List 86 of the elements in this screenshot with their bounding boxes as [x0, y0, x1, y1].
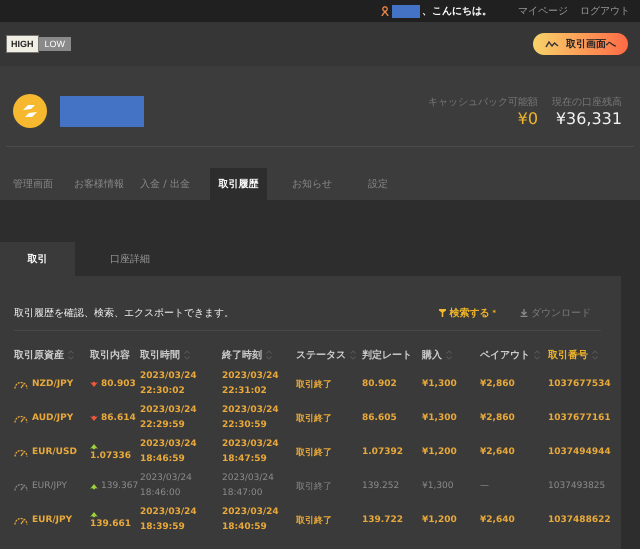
download-icon: [520, 309, 528, 317]
column-header[interactable]: 終了時刻: [222, 348, 272, 362]
close-time: 2023/03/24 18:47:59: [222, 438, 280, 466]
asset-name: EUR/JPY: [32, 481, 67, 491]
purchase-amount: ¥1,200: [422, 447, 457, 457]
column-header[interactable]: ステータス: [296, 348, 356, 362]
description-text: 取引履歴を確認、検索、エクスポートできます。: [14, 306, 234, 320]
sort-icon: [592, 350, 598, 360]
chart-line-icon: [545, 39, 559, 49]
close-time: 2023/03/24 22:30:59: [222, 404, 280, 432]
asset-name: AUD/JPY: [32, 413, 74, 423]
column-header[interactable]: 取引内容: [90, 348, 130, 362]
column-header[interactable]: 取引時間: [140, 348, 190, 362]
column-header[interactable]: 判定レート: [362, 348, 412, 362]
close-time: 2023/03/24 22:31:02: [222, 370, 280, 398]
payout-amount: ¥2,860: [480, 379, 515, 389]
payout-amount: ¥2,640: [480, 515, 515, 525]
gauge-icon: [14, 448, 28, 456]
balance-value: ¥36,331: [554, 108, 622, 128]
sub-tab[interactable]: 口座詳細: [75, 242, 185, 276]
search-link[interactable]: 検索する $^{*}$: [439, 306, 496, 320]
trade-number: 1037493825: [548, 481, 606, 491]
filter-icon: [439, 309, 446, 317]
open-time: 2023/03/24 18:39:59: [140, 506, 198, 534]
purchase-amount: ¥1,300: [422, 481, 454, 491]
closing-rate: 139.252: [362, 481, 400, 491]
trade-number: 1037488622: [548, 515, 611, 525]
gauge-icon: [14, 482, 28, 490]
closing-rate: 139.722: [362, 515, 403, 525]
asset-name: EUR/JPY: [32, 515, 72, 525]
closing-rate: 80.902: [362, 379, 397, 389]
payout-amount: —: [480, 481, 489, 491]
sort-icon: [184, 350, 190, 360]
open-time: 2023/03/24 18:46:59: [140, 438, 198, 466]
open-time: 2023/03/24 22:29:59: [140, 404, 198, 432]
trade-number: 1037494944: [548, 447, 611, 457]
strike-price: 139.367: [101, 481, 138, 491]
gauge-icon: [14, 414, 28, 422]
top-link[interactable]: マイページ: [518, 4, 568, 18]
sort-icon: [446, 350, 452, 360]
balance-value: ¥0: [516, 108, 538, 128]
sort-icon: [534, 350, 540, 360]
trade-status: 取引終了: [296, 514, 332, 526]
sort-icon: [68, 350, 74, 360]
column-header[interactable]: 取引番号: [548, 348, 598, 362]
strike-price: 86.614: [101, 413, 136, 423]
gauge-icon: [14, 380, 28, 388]
trade-screen-button[interactable]: 取引画面へ: [533, 33, 628, 55]
balance-label: キャッシュバック可能額: [428, 96, 538, 108]
greeting-text: 、こんにちは。: [422, 5, 492, 18]
closing-rate: 86.605: [362, 413, 397, 423]
trade-status: 取引終了: [296, 378, 332, 390]
logo-low: LOW: [38, 37, 72, 51]
sub-tab[interactable]: 取引: [0, 242, 75, 276]
open-time: 2023/03/24 22:30:02: [140, 370, 198, 398]
asset-name: NZD/JPY: [32, 379, 74, 389]
close-time: 2023/03/24 18:47:00: [222, 472, 275, 500]
purchase-amount: ¥1,300: [422, 379, 457, 389]
top-link[interactable]: ログアウト: [580, 4, 630, 18]
payout-amount: ¥2,640: [480, 447, 515, 457]
column-header[interactable]: 取引原資産: [14, 348, 74, 362]
strike-price: 1.07336: [90, 451, 131, 461]
redacted-username: [392, 4, 420, 18]
trade-number: 1037677161: [548, 413, 611, 423]
gauge-icon: [14, 516, 28, 524]
trade-status: 取引終了: [296, 446, 332, 458]
sort-icon: [266, 350, 272, 360]
sort-icon: [350, 350, 356, 360]
column-header[interactable]: ペイアウト: [480, 348, 540, 362]
close-time: 2023/03/24 18:40:59: [222, 506, 280, 534]
strike-price: 80.903: [101, 379, 136, 389]
open-time: 2023/03/24 18:46:00: [140, 472, 193, 500]
purchase-amount: ¥1,200: [422, 515, 457, 525]
nav-tab[interactable]: 取引履歴: [210, 168, 267, 200]
balance-label: 現在の口座残高: [552, 96, 622, 108]
column-header[interactable]: 購入: [422, 348, 452, 362]
logo-high: HIGH: [6, 35, 38, 53]
payout-amount: ¥2,860: [480, 413, 515, 423]
purchase-amount: ¥1,300: [422, 413, 457, 423]
strike-price: 139.661: [90, 519, 131, 529]
asset-name: EUR/USD: [32, 447, 77, 457]
user-icon: [381, 6, 389, 16]
trade-status: 取引終了: [296, 480, 332, 492]
trade-status: 取引終了: [296, 412, 332, 424]
trade-number: 1037677534: [548, 379, 611, 389]
closing-rate: 1.07392: [362, 447, 403, 457]
